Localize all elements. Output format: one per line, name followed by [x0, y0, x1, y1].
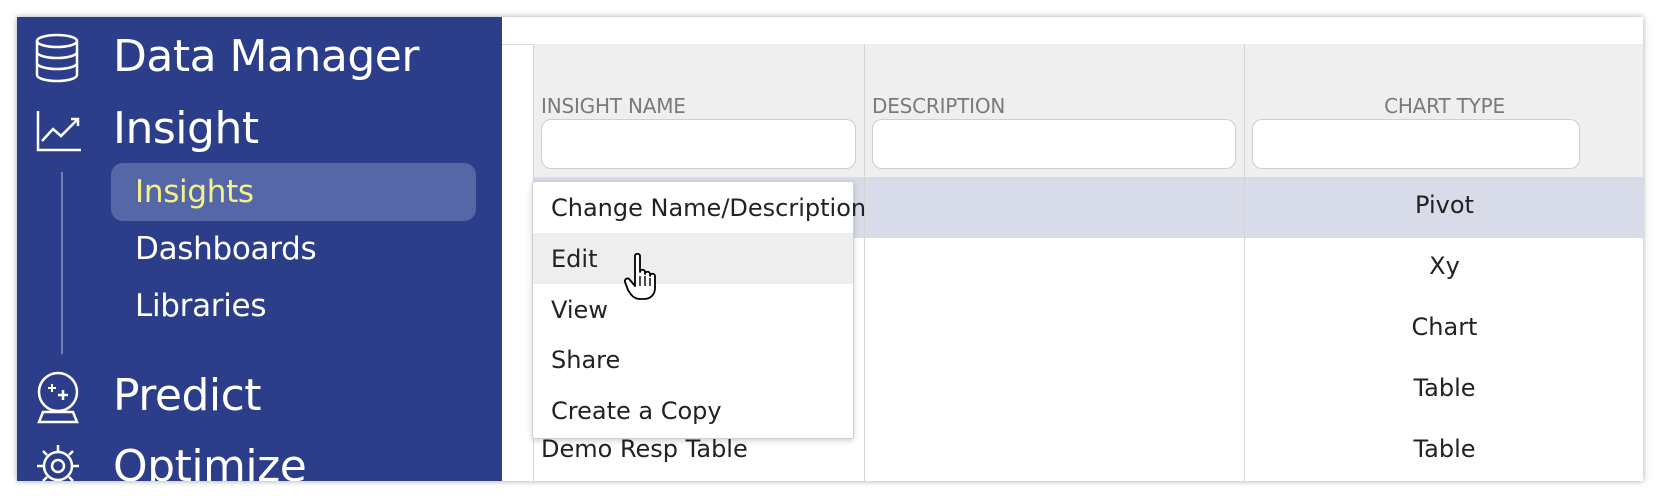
menu-item-edit[interactable]: Edit — [533, 233, 853, 284]
column-header-chart-type[interactable]: CHART TYPE — [1246, 94, 1643, 118]
menu-item-label: Create a Copy — [551, 396, 722, 425]
column-divider — [1244, 44, 1245, 481]
cell-chart-type: Table — [1413, 374, 1476, 402]
filter-chart-type-input[interactable] — [1252, 119, 1580, 169]
gear-icon — [35, 443, 81, 481]
top-toolbar — [502, 17, 1643, 45]
cell-chart-type: Table — [1413, 435, 1476, 463]
crystal-ball-icon — [35, 370, 81, 431]
nav-optimize-label: Optimize — [113, 441, 307, 481]
filter-insight-name-input[interactable] — [541, 119, 856, 169]
column-header-description[interactable]: DESCRIPTION — [872, 94, 1005, 118]
menu-item-label: View — [551, 295, 608, 324]
menu-item-label: Share — [551, 345, 621, 374]
nav-insight-label: Insight — [113, 103, 259, 154]
nav-data-manager-label: Data Manager — [113, 31, 419, 82]
sidebar-item-insights[interactable]: Insights — [111, 163, 476, 221]
cell-chart-type: Xy — [1429, 252, 1460, 280]
menu-item-create-copy[interactable]: Create a Copy — [533, 385, 853, 436]
cell-chart-type: Pivot — [1415, 191, 1474, 219]
menu-item-change-name-description[interactable]: Change Name/Description — [533, 182, 866, 233]
column-divider — [864, 44, 865, 481]
cell-insight-name: Demo Resp Table — [541, 435, 748, 463]
sidebar-item-label: Insights — [135, 174, 254, 210]
cell-chart-type: Chart — [1411, 313, 1478, 341]
line-chart-icon — [35, 109, 83, 158]
sidebar: Data Manager Insight Insights Dashboards… — [17, 17, 502, 481]
menu-item-label: Edit — [551, 244, 598, 273]
context-menu: Change Name/Description Edit View Share … — [532, 181, 866, 439]
sidebar-item-libraries[interactable]: Libraries — [111, 277, 476, 335]
nav-predict-label: Predict — [113, 370, 262, 421]
sidebar-item-dashboards[interactable]: Dashboards — [111, 220, 476, 278]
menu-item-share[interactable]: Share — [533, 334, 853, 385]
filter-description-input[interactable] — [872, 119, 1236, 169]
hand-pointer-cursor-icon — [623, 252, 660, 307]
menu-item-view[interactable]: View — [533, 284, 853, 335]
database-icon — [35, 33, 79, 88]
sidebar-item-label: Libraries — [135, 288, 267, 324]
column-header-insight-name[interactable]: INSIGHT NAME — [541, 94, 686, 118]
sidebar-item-label: Dashboards — [135, 231, 317, 267]
menu-item-label: Change Name/Description — [551, 193, 867, 222]
sub-nav-line — [61, 172, 63, 354]
